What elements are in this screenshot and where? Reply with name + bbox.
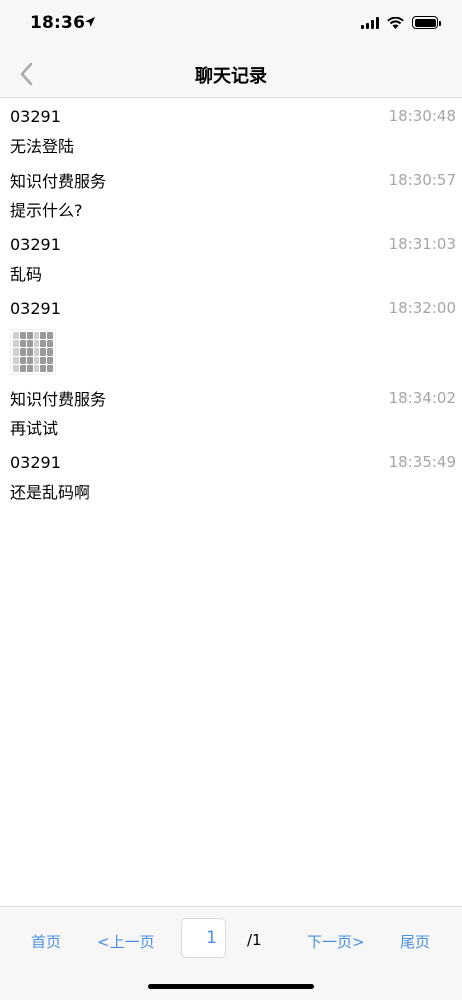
message-text: 再试试 <box>10 419 59 438</box>
message-time: 18:30:48 <box>388 107 456 125</box>
chat-message: 03291 18:35:49 还是乱码啊 <box>0 445 462 509</box>
message-sender: 03291 <box>10 234 61 254</box>
chat-message: 03291 18:31:03 乱码 <box>0 227 462 291</box>
message-time: 18:32:00 <box>388 299 456 317</box>
first-page-link[interactable]: 首页 <box>31 931 61 952</box>
status-indicators <box>361 16 441 29</box>
prev-page-link[interactable]: <上一页 <box>97 931 155 952</box>
status-bar: 18:36 <box>0 0 462 50</box>
chat-message: 知识付费服务 18:34:02 再试试 <box>0 381 462 445</box>
message-image-thumbnail[interactable] <box>10 329 56 375</box>
message-text: 乱码 <box>10 265 43 284</box>
status-time: 18:36 <box>30 13 86 33</box>
message-sender: 03291 <box>10 452 61 472</box>
cellular-signal-icon <box>361 16 379 29</box>
message-text: 无法登陆 <box>10 137 75 156</box>
location-arrow-icon <box>85 17 95 27</box>
navigation-bar: 聊天记录 <box>0 50 462 98</box>
last-page-link[interactable]: 尾页 <box>400 931 430 952</box>
message-time: 18:30:57 <box>388 171 456 189</box>
page-title: 聊天记录 <box>195 66 267 87</box>
chat-message: 03291 18:30:48 无法登陆 <box>0 99 462 163</box>
message-time: 18:34:02 <box>388 389 456 407</box>
home-indicator[interactable] <box>148 984 314 989</box>
wifi-icon <box>387 16 404 29</box>
message-sender: 知识付费服务 <box>10 390 107 409</box>
chat-message: 知识付费服务 18:30:57 提示什么? <box>0 163 462 227</box>
total-pages: /1 <box>247 931 262 949</box>
message-text: 还是乱码啊 <box>10 483 91 502</box>
message-time: 18:31:03 <box>388 235 456 253</box>
message-time: 18:35:49 <box>388 453 456 471</box>
page-number-input[interactable] <box>181 918 226 958</box>
battery-icon <box>412 16 441 29</box>
message-sender: 知识付费服务 <box>10 172 107 191</box>
chat-history-list: 03291 18:30:48 无法登陆 知识付费服务 18:30:57 提示什么? … <box>0 99 462 509</box>
message-sender: 03291 <box>10 106 61 126</box>
message-sender: 03291 <box>10 298 61 318</box>
next-page-link[interactable]: 下一页> <box>307 931 365 952</box>
chat-message: 03291 18:32:00 <box>0 291 462 375</box>
message-text: 提示什么? <box>10 201 83 220</box>
